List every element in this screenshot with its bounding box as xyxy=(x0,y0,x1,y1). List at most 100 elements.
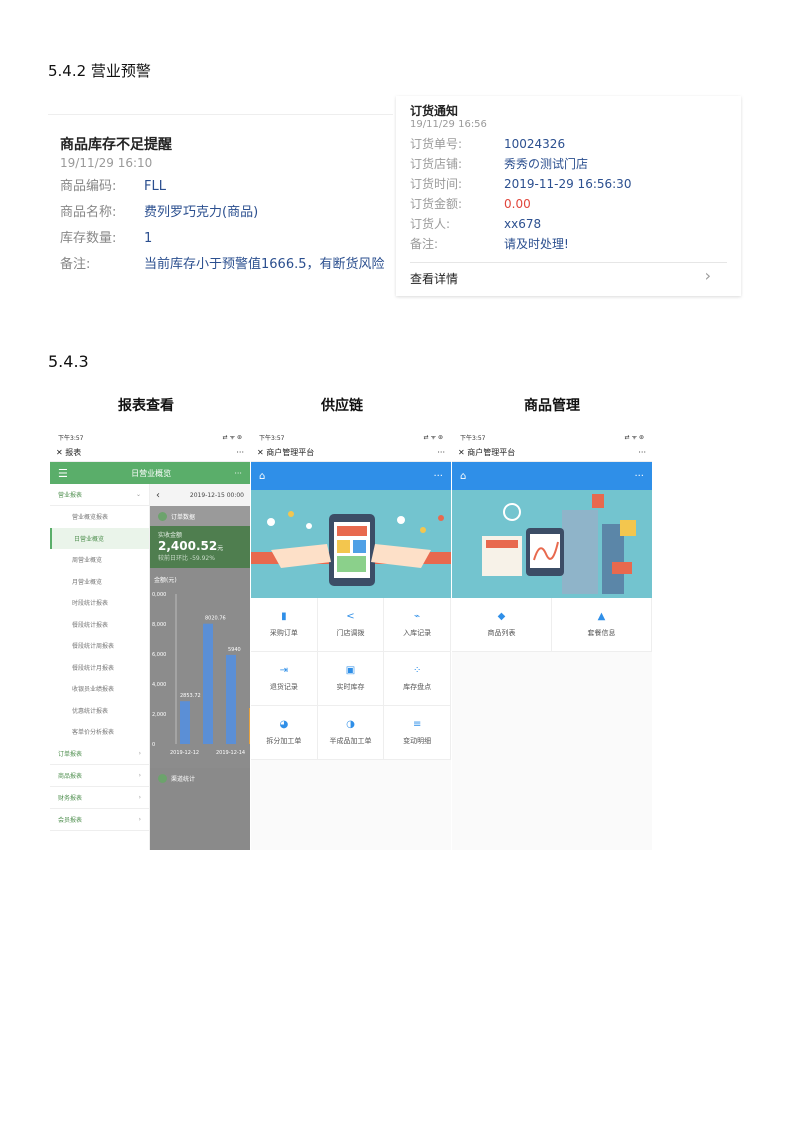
status-icons: ⇄ ᯤ ⊛ xyxy=(624,434,644,441)
home-icon[interactable]: ⌂ xyxy=(460,471,466,482)
menu-group[interactable]: 订单报表 › xyxy=(50,743,149,765)
order-data-row: 订单数据 xyxy=(150,506,250,526)
menu-item[interactable]: 营业概览报表 xyxy=(50,506,149,528)
chevron-right-icon: › xyxy=(138,815,141,823)
supply-menu-grid: ▮ 采购订单 < 门店调拨 ⌁ 入库记录 ⇥ 退货记录 ▣ 实时库存 ⁘ 库存盘点 ◕ 拆分加工单 ◑ 半成品… xyxy=(251,598,451,760)
bar-value-label: 5940 xyxy=(228,647,241,653)
column-title-goods: 商品管理 xyxy=(524,398,580,414)
home-icon[interactable]: ⌂ xyxy=(259,471,265,482)
info-row: 商品名称: 费列罗巧克力(商品) xyxy=(60,204,390,222)
report-menu: 营业报表 ⌄ 营业概览报表 日营业概览 周营业概览 月营业概览 时段统计报表 餐段统计报表 餐段… xyxy=(50,484,150,850)
divider xyxy=(410,262,727,263)
menu-tile-label: 商品列表 xyxy=(487,628,516,637)
info-label: 订货人: xyxy=(410,217,451,231)
order-data-label: 订单数据 xyxy=(171,513,196,521)
menu-group[interactable]: 商品报表 › xyxy=(50,765,149,787)
info-row: 商品编码: FLL xyxy=(60,178,390,196)
menu-item[interactable]: 客单价分析报表 xyxy=(50,721,149,743)
menu-group[interactable]: 财务报表 › xyxy=(50,787,149,809)
menu-tile-label: 变动明细 xyxy=(403,736,432,745)
report-content: ‹ 2019-12-15 00:00 订单数据 实收金额 2,400.52元 较… xyxy=(150,484,250,850)
menu-tile-label: 拆分加工单 xyxy=(266,736,302,745)
goods-icon: ◆ xyxy=(497,610,506,622)
view-details-link[interactable]: 查看详情 › xyxy=(410,266,711,287)
close-icon[interactable]: ✕ xyxy=(257,448,264,457)
menu-tile[interactable]: ◑ 半成品加工单 xyxy=(317,706,385,760)
menu-tile[interactable]: ◕ 拆分加工单 xyxy=(251,706,318,760)
report-date: 2019-12-15 00:00 xyxy=(189,491,244,499)
bar[interactable] xyxy=(180,701,190,744)
more-icon[interactable]: ··· xyxy=(433,471,443,482)
info-row: 订货金额: 0.00 xyxy=(410,194,727,214)
menu-tile[interactable]: ◆ 商品列表 xyxy=(452,598,552,652)
chevron-left-icon[interactable]: ‹ xyxy=(156,490,160,501)
more-icon[interactable]: ··· xyxy=(236,448,244,457)
info-label: 备注: xyxy=(60,257,91,272)
view-details-label: 查看详情 xyxy=(410,272,459,286)
menu-tile[interactable]: ⁘ 库存盘点 xyxy=(384,652,451,706)
info-label: 商品编码: xyxy=(60,179,117,194)
info-value: 0.00 xyxy=(504,197,531,211)
section-heading: 5.4.3 xyxy=(48,352,89,371)
menu-tile-label: 入库记录 xyxy=(403,628,432,637)
card-time: 19/11/29 16:56 xyxy=(410,119,487,130)
info-value: 1 xyxy=(144,231,153,246)
menu-group[interactable]: 会员报表 › xyxy=(50,809,149,831)
menu-group-label: 商品报表 xyxy=(58,772,83,780)
info-row: 订货店铺: 秀秀の测试门店 xyxy=(410,154,727,174)
x-tick-label: 2019-12-12 xyxy=(170,750,199,756)
count-icon: ⁘ xyxy=(412,664,422,676)
menu-item[interactable]: 日营业概览 xyxy=(50,527,149,549)
menu-tile[interactable]: ▣ 实时库存 xyxy=(317,652,385,706)
more-icon[interactable]: ··· xyxy=(234,469,242,478)
bar[interactable] xyxy=(249,707,250,744)
menu-item[interactable]: 餐段统计报表 xyxy=(50,614,149,636)
menu-tile[interactable]: ⌁ 入库记录 xyxy=(384,598,451,652)
menu-item[interactable]: 时段统计报表 xyxy=(50,592,149,614)
more-icon[interactable]: ··· xyxy=(634,471,644,482)
menu-tile[interactable]: ▮ 采购订单 xyxy=(251,598,318,652)
bar-value-label: 2853.72 xyxy=(180,693,201,699)
sales-compare: 较前日环比 -59.92% xyxy=(158,555,215,562)
info-value: FLL xyxy=(144,179,166,194)
menu-tile[interactable]: ▲ 套餐信息 xyxy=(552,598,652,652)
info-value: 2019-11-29 16:56:30 xyxy=(504,177,632,191)
y-tick-label: 8,000 xyxy=(152,622,166,628)
menu-tile[interactable]: ⇥ 退货记录 xyxy=(251,652,318,706)
menu-item[interactable]: 月营业概览 xyxy=(50,571,149,593)
menu-item[interactable]: 收银员业绩报表 xyxy=(50,678,149,700)
inventory-icon: ▣ xyxy=(345,664,356,676)
status-icons: ⇄ ᯤ ⊛ xyxy=(423,434,443,441)
menu-tile-label: 退货记录 xyxy=(269,682,298,691)
menu-tile-label: 门店调拨 xyxy=(336,628,365,637)
more-icon[interactable]: ··· xyxy=(437,448,445,457)
close-icon[interactable]: ✕ xyxy=(56,448,63,457)
bar[interactable] xyxy=(226,654,236,744)
menu-tile[interactable]: < 门店调拨 xyxy=(317,598,385,652)
order-notice-card: 订货通知 19/11/29 16:56 订货单号: 10024326 订货店铺: 秀秀… xyxy=(396,96,741,296)
app-bar: ✕ 商户管理平台 ··· xyxy=(251,444,451,462)
app-title: 报表 xyxy=(65,448,82,457)
x-tick-label: 2019-12-14 xyxy=(216,750,245,756)
close-icon[interactable]: ✕ xyxy=(458,448,465,457)
phone-screenshot-reports: 下午3:57 ⇄ ᯤ ⊛ ✕ 报表 ··· ☰ 日营业概览 ··· 营业报表 ⌄ 营业… xyxy=(50,430,250,850)
y-tick-label: 0,000 xyxy=(152,592,166,598)
menu-tile[interactable]: ≡ 变动明细 xyxy=(384,706,451,760)
menu-item[interactable]: 餐段统计周报表 xyxy=(50,635,149,657)
info-label: 库存数量: xyxy=(60,231,117,246)
menu-item[interactable]: 优惠统计报表 xyxy=(50,700,149,722)
menu-item[interactable]: 餐段统计月报表 xyxy=(50,657,149,679)
menu-group[interactable]: 营业报表 ⌄ xyxy=(50,484,149,506)
menu-item[interactable]: 周营业概览 xyxy=(50,549,149,571)
divider xyxy=(48,114,393,115)
more-icon[interactable]: ··· xyxy=(638,448,646,457)
chevron-right-icon: › xyxy=(138,793,141,801)
nav-bar: ⌂ ··· xyxy=(452,462,652,490)
bar[interactable] xyxy=(203,623,213,744)
chevron-right-icon: › xyxy=(704,266,711,285)
pie-icon: ◑ xyxy=(346,718,355,730)
menu-icon[interactable]: ☰ xyxy=(58,467,68,480)
info-row: 库存数量: 1 xyxy=(60,230,390,248)
info-label: 商品名称: xyxy=(60,205,117,220)
order-data-icon xyxy=(158,511,167,521)
